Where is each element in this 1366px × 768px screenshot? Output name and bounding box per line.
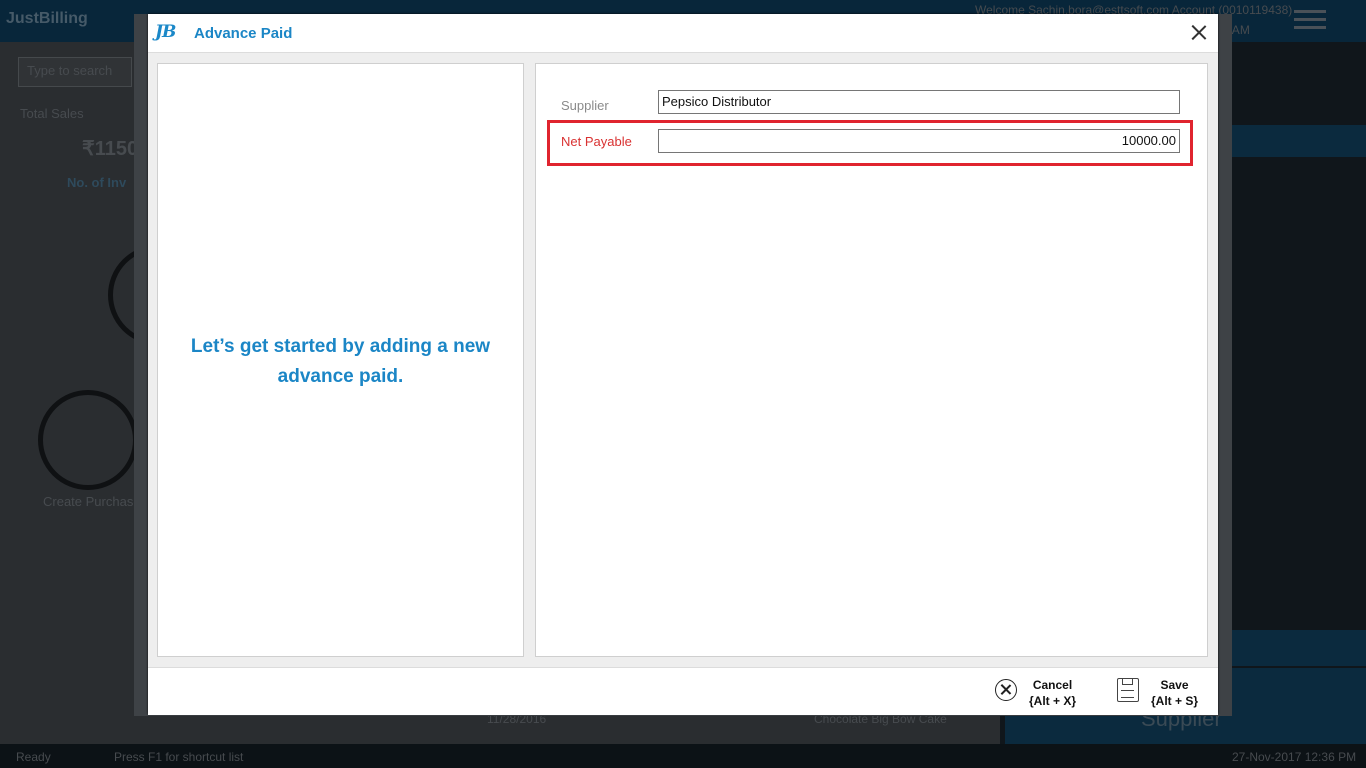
dialog-titlebar: JB Advance Paid xyxy=(148,14,1218,53)
save-label: Save xyxy=(1160,678,1189,692)
dialog-title: Advance Paid xyxy=(194,25,293,42)
cancel-label: Cancel xyxy=(1032,678,1073,692)
status-bar: Ready Press F1 for shortcut list 27-Nov-… xyxy=(0,744,1366,768)
advance-paid-dialog: JB Advance Paid Let’s get started by add… xyxy=(148,14,1218,715)
total-sales-value: ₹1150 xyxy=(82,138,139,160)
cancel-icon xyxy=(995,679,1017,701)
status-hint: Press F1 for shortcut list xyxy=(114,750,244,764)
getting-started-message: Let’s get started by adding a new advanc… xyxy=(190,336,491,387)
save-icon xyxy=(1117,678,1139,702)
logo-text: JB xyxy=(155,22,176,42)
save-text: Save {Alt + S} xyxy=(1151,677,1198,709)
net-payable-field[interactable] xyxy=(658,129,1180,153)
dialog-footer: Cancel {Alt + X} Save {Alt + S} xyxy=(148,667,1218,715)
search-placeholder: Type to search xyxy=(27,63,113,78)
cancel-button[interactable]: Cancel {Alt + X} xyxy=(994,674,1086,710)
supplier-field[interactable] xyxy=(658,90,1180,114)
search-input-bg[interactable]: Type to search xyxy=(18,57,132,87)
close-icon[interactable] xyxy=(1188,22,1210,44)
supplier-label: Supplier xyxy=(561,98,609,113)
create-purchase-icon[interactable] xyxy=(38,390,138,490)
status-datetime: 27-Nov-2017 12:36 PM xyxy=(1232,750,1357,764)
app-logo: JustBilling xyxy=(6,10,88,27)
left-info-panel: Let’s get started by adding a new advanc… xyxy=(157,63,524,657)
status-ready: Ready xyxy=(16,750,51,764)
invoices-label: No. of Inv xyxy=(67,175,127,190)
form-panel: Supplier Net Payable xyxy=(535,63,1208,657)
create-purchase-label: Create Purchase xyxy=(43,494,141,509)
cancel-shortcut: {Alt + X} xyxy=(1029,694,1077,708)
dialog-body: Let’s get started by adding a new advanc… xyxy=(148,53,1218,667)
hamburger-menu-icon[interactable] xyxy=(1294,10,1326,34)
cancel-text: Cancel {Alt + X} xyxy=(1029,677,1076,709)
net-payable-label: Net Payable xyxy=(561,134,632,149)
total-sales-label: Total Sales xyxy=(20,106,84,121)
save-button[interactable]: Save {Alt + S} xyxy=(1116,674,1208,710)
save-shortcut: {Alt + S} xyxy=(1151,694,1199,708)
jb-logo-icon: JB xyxy=(155,22,183,44)
